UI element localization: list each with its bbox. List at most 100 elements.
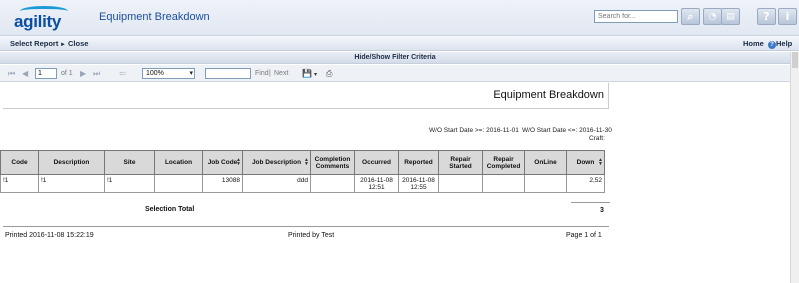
back-icon[interactable]: ⇦ [119,69,126,78]
page-title: Equipment Breakdown [99,11,210,23]
find-link[interactable]: Find [255,70,269,77]
help-label: Help [776,39,793,48]
table-header-row: Code Description Site Location Job Code ▲ ▼ Job… [0,150,605,175]
nav-bar: Select Report ► Close Home ? Help [0,36,799,51]
find-input[interactable] [205,68,251,79]
column-header-label: Occurred [362,159,391,166]
column-header: Location [154,150,203,175]
column-header-label: Job Code [207,159,238,166]
next-page-icon[interactable]: ▶ [80,69,86,78]
table-cell: !1 [0,174,39,193]
footer-printed: Printed 2016-11-08 15:22:19 [5,232,94,239]
table-cell: !1 [104,174,155,193]
report-title: Equipment Breakdown [493,89,604,101]
search-button[interactable]: ⌕ [681,8,700,25]
criteria-start: W/O Start Date >=: 2016-11-01 [429,127,519,134]
table-cell: ddd [242,174,311,193]
search-input[interactable] [594,10,678,23]
sort-icon[interactable]: ▲ ▼ [236,158,241,167]
sort-icon[interactable]: ▲ ▼ [598,158,603,167]
column-header-label: Site [123,159,136,166]
column-header: Completion Comments [310,150,355,175]
caret-right-icon: ► [58,42,66,48]
rss-button[interactable]: ◔ [703,8,722,25]
selection-total-value: 3 [600,207,604,214]
prev-page-icon[interactable]: ◀ [22,69,28,78]
column-header-label: Completion Comments [314,155,351,170]
table-cell: 2,52 [566,174,605,193]
print-header-button[interactable]: ▤ [721,8,740,25]
select-report-menu[interactable]: Select Report ► [10,39,66,48]
find-separator: | [269,70,271,77]
export-dropdown-icon[interactable]: ▾ [314,71,317,78]
vertical-scrollbar[interactable] [790,52,799,283]
column-header-label: Reported [404,159,433,166]
page-number-input[interactable] [35,68,57,79]
help-link[interactable]: ? Help [768,39,792,49]
selection-total-label: Selection Total [145,206,195,213]
column-header: Occurred [354,150,399,175]
last-page-icon[interactable]: ⏭ [93,69,100,79]
zoom-select[interactable]: 100% ▾ [142,68,195,79]
info-icon: i [785,10,790,23]
column-header-label: Description [53,159,90,166]
table-cell [154,174,203,193]
column-header-label: Down [576,159,595,166]
help-button[interactable]: ? [757,8,776,25]
print-report-icon[interactable]: ⎙ [326,69,332,79]
column-header-label: OnLine [534,159,557,166]
column-header: Reported [398,150,439,175]
table-cell [524,174,567,193]
help-circle-icon: ? [768,41,776,49]
search-icon: ⌕ [687,9,694,23]
column-header: OnLine [524,150,567,175]
column-header[interactable]: Job Description ▲ ▼ [242,150,311,175]
table-cell [482,174,525,193]
table-cell [438,174,483,193]
app-header: agility Equipment Breakdown ⌕ ◔ ▤ ? i [0,0,799,36]
total-divider [571,202,610,203]
column-header-label: Repair Started [449,155,472,170]
footer-page: Page 1 of 1 [566,232,602,239]
table-cell: 13088 [202,174,243,193]
table-cell: 2016-11-08 12:51 [354,174,399,193]
table-cell: !1 [38,174,105,193]
rss-icon: ◔ [708,11,717,22]
criteria-end: W/O Start Date <=: 2016-11-30 [522,127,612,134]
table-body: !1 !1 !1 13088 ddd 2016-11-08 12:51 2016-11-08… [0,174,605,193]
column-header: Code [0,150,39,175]
table-cell: 2016-11-08 12:55 [398,174,439,193]
logo-text: agility [14,12,62,31]
zoom-value: 100% [146,70,164,77]
sort-icon[interactable]: ▲ ▼ [304,158,309,167]
column-header[interactable]: Job Code ▲ ▼ [202,150,243,175]
column-header-label: Job Description [251,159,302,166]
export-icon[interactable]: 💾 [302,69,312,78]
scrollbar-thumb[interactable] [792,52,798,68]
page-of-label: of 1 [61,70,73,77]
column-header: Description [38,150,105,175]
info-button[interactable]: i [778,8,797,25]
table-row: !1 !1 !1 13088 ddd 2016-11-08 12:51 2016-11-08… [0,174,605,193]
footer-divider [3,226,609,227]
report-table: Code Description Site Location Job Code ▲ ▼ Job… [0,150,605,193]
table-cell [310,174,355,193]
column-header: Repair Started [438,150,483,175]
column-header[interactable]: Down ▲ ▼ [566,150,605,175]
report-toolbar: ⏮ ◀ of 1 ▶ ⏭ ⇦ 100% ▾ Find | Next 💾 ▾ ⎙ [0,65,790,82]
column-header-label: Repair Completed [486,155,521,170]
agility-logo[interactable]: agility [14,5,74,33]
close-link[interactable]: Close [68,39,88,48]
print-icon: ▤ [726,11,735,22]
filter-toggle-bar[interactable]: Hide/Show Filter Criteria [0,52,790,64]
report-viewer: Equipment Breakdown W/O Start Date >=: 2… [0,82,790,283]
column-header-label: Location [164,159,193,166]
home-link[interactable]: Home [743,39,764,48]
chevron-down-icon: ▾ [189,70,193,77]
column-header-label: Code [11,159,28,166]
footer-printed-by: Printed by Test [288,232,335,239]
column-header: Site [104,150,155,175]
help-icon: ? [763,10,770,23]
next-link[interactable]: Next [274,70,288,77]
first-page-icon[interactable]: ⏮ [8,69,15,79]
